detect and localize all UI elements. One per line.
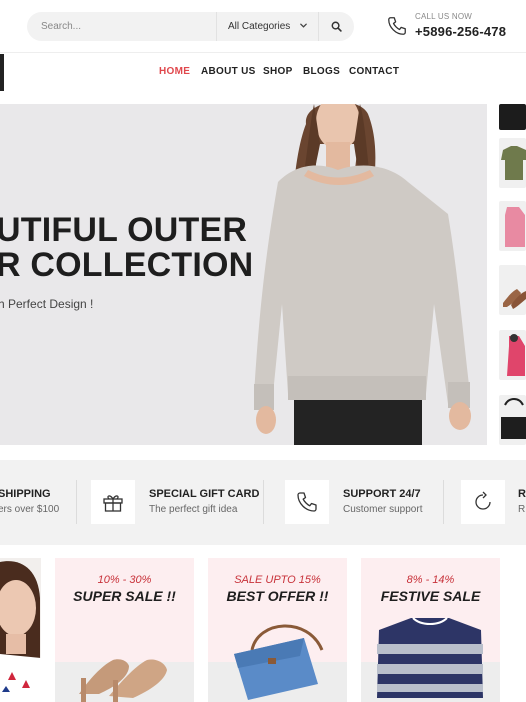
- gift-icon: [103, 495, 123, 512]
- phone-icon: [297, 492, 317, 512]
- promo-discount: SALE UPTO 15%: [234, 574, 321, 586]
- service-gift-icon-box: [91, 480, 135, 524]
- main-nav: HOME ABOUT US SHOP BLOGS CONTACT: [0, 66, 526, 80]
- thumbnail-item[interactable]: [499, 395, 526, 445]
- tshirt-thumbnail-image: [501, 146, 526, 180]
- hero-title-line-1: UTIFUL OUTER: [0, 211, 248, 249]
- divider: [443, 480, 444, 524]
- service-support-icon-box: [285, 480, 329, 524]
- nav-item-home[interactable]: HOME: [159, 66, 190, 77]
- heels-product-image: [79, 659, 167, 702]
- phone-icon: [388, 17, 406, 35]
- promo-title: FESTIVE SALE: [380, 588, 481, 604]
- promo-discount: 10% - 30%: [97, 574, 152, 586]
- heels-thumbnail-image: [503, 289, 526, 309]
- promo-card-best-offer[interactable]: SALE UPTO 15% BEST OFFER !!: [208, 558, 347, 702]
- nav-item-blogs[interactable]: BLOGS: [303, 66, 340, 77]
- search-input[interactable]: [27, 12, 216, 41]
- service-return-subtitle: R: [518, 504, 526, 515]
- top-bar: All Categories CALL US NOW +5896-256-478: [0, 0, 526, 53]
- hero-title: UTIFUL OUTER R COLLECTION: [0, 213, 253, 283]
- thumbnail-item[interactable]: [499, 265, 526, 315]
- hero-banner: UTIFUL OUTER R COLLECTION h Perfect Desi…: [0, 104, 487, 445]
- nav-item-shop[interactable]: SHOP: [263, 66, 293, 77]
- thumbnail-item[interactable]: [499, 330, 526, 380]
- services-strip: SHIPPING ers over $100 SPECIAL GIFT CARD…: [0, 460, 526, 545]
- bag-product-image: [234, 624, 324, 700]
- search-button[interactable]: [319, 12, 354, 41]
- hero-thumbnails: [499, 104, 526, 445]
- service-shipping-title: SHIPPING: [0, 488, 51, 500]
- hero-model-image: [254, 104, 471, 445]
- nav-item-contact[interactable]: CONTACT: [349, 66, 399, 77]
- service-support-title: SUPPORT 24/7: [343, 488, 421, 500]
- service-return-icon-box: [461, 480, 505, 524]
- category-select-value: All Categories: [228, 21, 291, 32]
- refresh-icon: [475, 491, 491, 510]
- promo-discount: 8% - 14%: [406, 574, 455, 586]
- pink-coat-thumbnail-image: [505, 207, 525, 247]
- divider: [76, 480, 77, 524]
- phone-number[interactable]: +5896-256-478: [415, 24, 506, 39]
- service-shipping-subtitle: ers over $100: [0, 504, 60, 515]
- call-us-label: CALL US NOW: [415, 12, 473, 21]
- nav-item-about[interactable]: ABOUT US: [201, 66, 256, 77]
- category-select[interactable]: All Categories: [216, 12, 319, 41]
- chevron-down-icon: [300, 23, 307, 28]
- model-portrait-image: [0, 558, 41, 702]
- promo-card-super-sale[interactable]: 10% - 30% SUPER SALE !!: [55, 558, 194, 702]
- promo-card-partial[interactable]: [0, 558, 41, 702]
- promo-title: SUPER SALE !!: [73, 588, 176, 604]
- hero-title-line-2: R COLLECTION: [0, 246, 254, 284]
- sweater-product-image: [377, 617, 483, 698]
- hero-subtitle: h Perfect Design !: [0, 297, 94, 311]
- search-bar: All Categories: [27, 12, 354, 41]
- thumbnail-item[interactable]: [499, 104, 526, 130]
- bag-thumbnail-image: [501, 398, 526, 439]
- thumbnail-item[interactable]: [499, 138, 526, 188]
- service-gift-title: SPECIAL GIFT CARD: [149, 488, 260, 500]
- service-gift-subtitle: The perfect gift idea: [149, 504, 238, 515]
- divider: [263, 480, 264, 524]
- thumbnail-item[interactable]: [499, 201, 526, 251]
- service-support-subtitle: Customer support: [343, 504, 423, 515]
- service-return-title: R: [518, 488, 526, 500]
- search-icon: [331, 21, 342, 32]
- top-thumbnail-image: [507, 334, 525, 376]
- promo-card-festive-sale[interactable]: 8% - 14% FESTIVE SALE: [361, 558, 500, 702]
- promo-title: BEST OFFER !!: [226, 588, 329, 604]
